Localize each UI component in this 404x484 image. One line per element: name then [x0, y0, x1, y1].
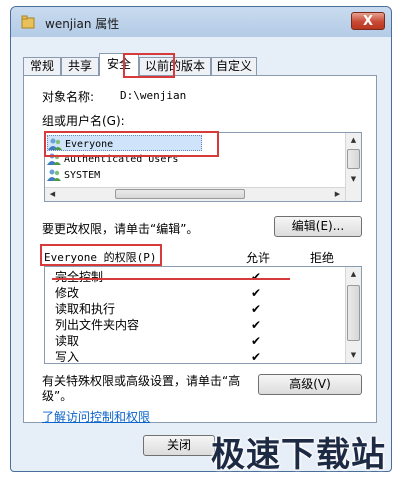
- user-name: Authenticated Users: [64, 154, 179, 165]
- allow-check-icon: ✔: [251, 302, 262, 316]
- tab-customize[interactable]: 自定义: [211, 57, 257, 75]
- perm-row-read: 读取: [55, 333, 79, 350]
- user-name: Everyone: [65, 139, 114, 150]
- allow-check-icon: ✔: [251, 334, 262, 348]
- users-listbox[interactable]: Everyone Authenticated Users SYSTEM ▲ ▼: [44, 132, 362, 202]
- allow-check-icon: ✔: [251, 350, 262, 364]
- security-panel: 对象名称: D:\wenjian 组或用户名(G): Everyone Auth…: [23, 75, 377, 425]
- perm-row-modify: 修改: [55, 285, 79, 302]
- perm-row-write: 写入: [55, 349, 80, 364]
- user-name: SYSTEM: [64, 170, 101, 181]
- title-bar: wenjian 属性 X: [11, 7, 391, 37]
- allow-check-icon: ✔: [251, 318, 262, 332]
- perm-name: 读取和执行: [55, 302, 116, 316]
- group-label: 组或用户名(G):: [42, 114, 125, 128]
- full-control-underline: [52, 278, 290, 280]
- scroll-down-icon[interactable]: ▼: [346, 348, 361, 363]
- edit-button[interactable]: 编辑(E)...: [274, 216, 362, 237]
- scroll-down-icon[interactable]: ▼: [346, 172, 361, 187]
- scroll-thumb[interactable]: [347, 149, 360, 169]
- users-icon: [47, 153, 61, 165]
- scroll-up-icon[interactable]: ▲: [346, 133, 361, 148]
- list-item-system[interactable]: SYSTEM: [47, 167, 100, 183]
- learn-access-control-link[interactable]: 了解访问控制和权限: [42, 408, 150, 425]
- scroll-up-icon[interactable]: ▲: [346, 267, 361, 282]
- permissions-vscrollbar[interactable]: ▲ ▼: [345, 267, 361, 363]
- perm-name: 写入: [55, 350, 80, 364]
- scroll-thumb[interactable]: [347, 285, 360, 341]
- users-vscrollbar[interactable]: ▲ ▼: [345, 133, 361, 201]
- perm-header: Everyone 的权限(P): [44, 251, 157, 264]
- tab-general[interactable]: 常规: [23, 57, 61, 75]
- list-item-everyone[interactable]: Everyone: [47, 135, 202, 151]
- advanced-text-line2: 级”。: [42, 389, 73, 403]
- window-title: wenjian 属性: [45, 17, 120, 31]
- hscroll-thumb[interactable]: [115, 189, 245, 199]
- users-hscrollbar[interactable]: ◀ ▶: [45, 187, 345, 201]
- change-perm-text: 要更改权限，请单击“编辑”。: [42, 222, 199, 236]
- tab-security[interactable]: 安全: [99, 53, 139, 76]
- tab-previous-versions[interactable]: 以前的版本: [139, 57, 211, 75]
- object-name-label: 对象名称:: [42, 90, 95, 104]
- perm-name: 修改: [55, 286, 80, 300]
- deny-header: 拒绝: [310, 251, 335, 265]
- scroll-right-icon[interactable]: ▶: [330, 187, 345, 201]
- advanced-button[interactable]: 高级(V): [258, 374, 362, 395]
- users-icon: [48, 138, 62, 150]
- close-button[interactable]: 关闭: [143, 435, 215, 456]
- allow-check-icon: ✔: [251, 270, 262, 284]
- users-icon: [47, 169, 61, 181]
- tab-sharing[interactable]: 共享: [61, 57, 99, 75]
- perm-row-list-folder: 列出文件夹内容: [55, 317, 139, 334]
- folder-icon: [21, 15, 35, 29]
- close-window-button[interactable]: X: [351, 12, 385, 30]
- list-item-authenticated-users[interactable]: Authenticated Users: [47, 151, 178, 167]
- scroll-left-icon[interactable]: ◀: [45, 187, 60, 201]
- perm-name: 完全控制: [55, 270, 104, 284]
- perm-name: 列出文件夹内容: [55, 318, 140, 332]
- properties-dialog: wenjian 属性 X 常规 共享 安全 以前的版本 自定义 对象名称: D:…: [10, 6, 392, 472]
- perm-name: 读取: [55, 334, 80, 348]
- perm-row-read-execute: 读取和执行: [55, 301, 115, 318]
- allow-header: 允许: [246, 251, 271, 265]
- allow-check-icon: ✔: [251, 286, 262, 300]
- object-name-value: D:\wenjian: [120, 89, 187, 102]
- watermark-logo: 极速下载站: [211, 435, 386, 475]
- permissions-list[interactable]: 完全控制 修改 读取和执行 列出文件夹内容 读取 写入 ✔ ✔ ✔ ✔ ✔ ✔ …: [44, 266, 362, 364]
